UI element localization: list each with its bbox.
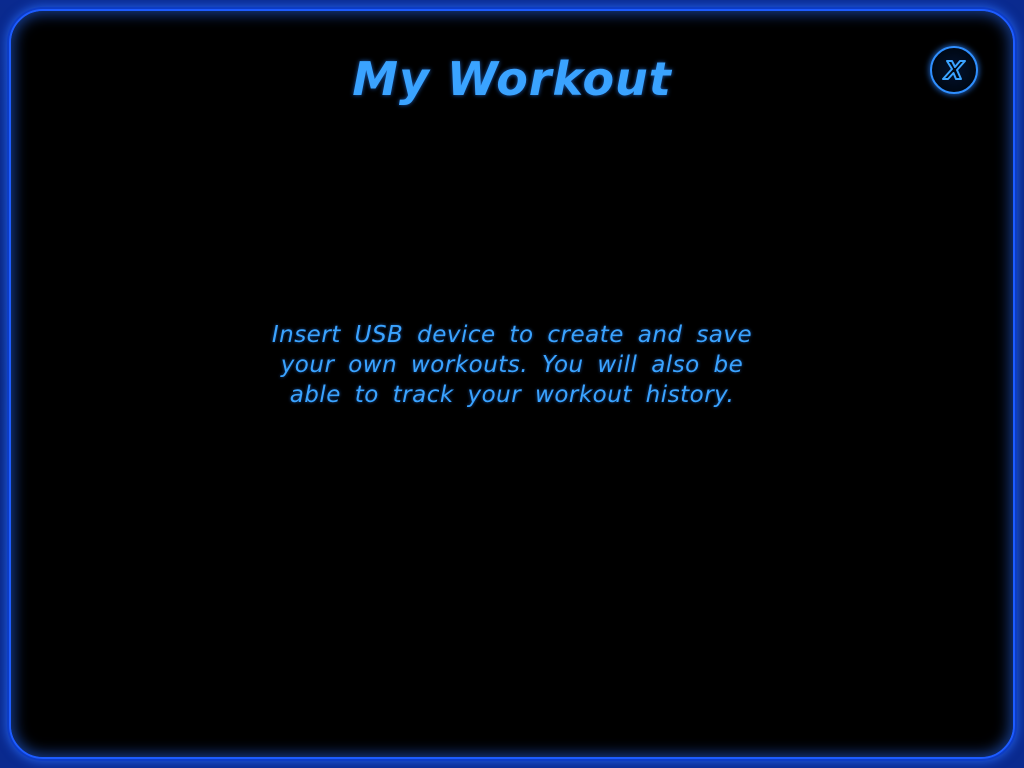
page-title: My Workout [352, 52, 672, 106]
close-x-icon [942, 60, 966, 80]
usb-instruction-message: Insert USB device to create and save you… [271, 322, 753, 408]
close-button[interactable] [930, 46, 978, 94]
